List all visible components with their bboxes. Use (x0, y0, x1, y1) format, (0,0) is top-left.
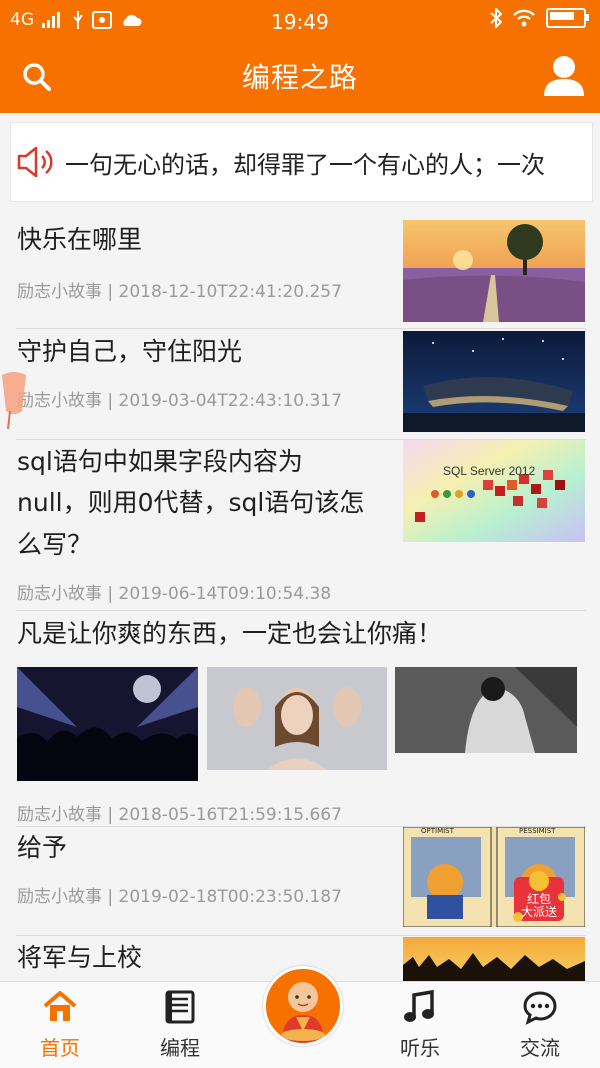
article-timestamp: 2019-06-14T09:10:54.38 (118, 584, 332, 604)
article-timestamp: 2019-03-04T22:43:10.317 (118, 391, 342, 411)
article-title-line: 么写？ (17, 530, 93, 559)
battery-icon (546, 8, 589, 28)
lantern-icon (2, 372, 26, 430)
tab-label: 听乐 (400, 1036, 440, 1060)
article-thumbnail (403, 220, 585, 322)
article-timestamp: 2018-12-10T22:41:20.257 (118, 282, 342, 302)
article-category: 励志小故事 (17, 887, 102, 907)
article-meta: 励志小故事 | 2019-06-14T09:10:54.38 (17, 584, 332, 604)
article-item[interactable]: 守护自己，守住阳光 励志小故事 | 2019-03-04T22:43:10.31… (0, 329, 600, 439)
article-category: 励志小故事 (17, 391, 102, 411)
article-meta: 励志小故事 | 2018-05-16T21:59:15.667 (17, 805, 342, 825)
article-image (17, 667, 198, 781)
red-packet-badge[interactable]: 红包 大派送 (508, 867, 570, 929)
bluetooth-icon (490, 8, 502, 28)
article-title: 给予 (17, 833, 68, 862)
status-right (490, 8, 589, 28)
article-category: 励志小故事 (17, 584, 102, 604)
article-item[interactable]: 快乐在哪里 励志小故事 | 2018-12-10T22:41:20.257 (0, 205, 600, 328)
comic-label-right: PESSIMIST (519, 827, 556, 835)
article-category: 励志小故事 (17, 282, 102, 302)
tab-home[interactable]: 首页 (0, 982, 120, 1068)
article-title: 将军与上校 (17, 943, 143, 972)
wifi-icon (513, 9, 535, 27)
article-thumbnail (403, 331, 585, 432)
article-title-line: sql语句中如果字段内容为 (17, 447, 303, 476)
tab-music[interactable]: 听乐 (360, 982, 480, 1068)
tab-community[interactable]: 交流 (480, 982, 600, 1068)
article-thumbnail: SQL Server 2012 (403, 440, 585, 542)
article-item[interactable]: 给予 励志小故事 | 2019-02-18T00:23:50.187 OPTIM… (0, 827, 600, 935)
chat-icon (523, 991, 557, 1025)
tab-label: 首页 (40, 1036, 80, 1060)
article-title-line: null，则用0代替，sql语句该怎 (17, 488, 365, 517)
monk-avatar-icon (281, 982, 325, 1043)
article-title: 守护自己，守住阳光 (17, 337, 243, 366)
article-meta: 励志小故事 | 2018-12-10T22:41:20.257 (17, 282, 342, 302)
tab-label: 交流 (520, 1036, 560, 1060)
tab-label: 编程 (160, 1036, 200, 1060)
comic-label-left: OPTIMIST (421, 827, 454, 835)
page-title: 编程之路 (241, 61, 358, 94)
notice-text: 一句无心的话，却得罪了一个有心的人；一次 (65, 151, 545, 179)
speaker-icon (17, 146, 53, 178)
app-header: 4G 19:49 编程之路 (0, 0, 600, 113)
article-title: 凡是让你爽的东西，一定也会让你痛！ (17, 619, 443, 648)
home-icon (43, 991, 77, 1021)
red-packet-label: 红包 大派送 (520, 892, 557, 919)
article-category: 励志小故事 (17, 805, 102, 825)
book-icon (165, 990, 195, 1024)
article-image (207, 667, 387, 770)
article-title: 快乐在哪里 (17, 225, 143, 254)
article-image (395, 667, 577, 753)
notice-bar[interactable]: 一句无心的话，却得罪了一个有心的人；一次 (10, 122, 593, 202)
user-icon[interactable] (542, 54, 586, 96)
article-timestamp: 2018-05-16T21:59:15.667 (118, 805, 342, 825)
article-meta: 励志小故事 | 2019-03-04T22:43:10.317 (17, 391, 342, 411)
status-bar: 4G 19:49 (0, 0, 600, 42)
article-item[interactable]: 凡是让你爽的东西，一定也会让你痛！ 励志小故事 | 2018-05-16T21:… (0, 611, 600, 826)
article-item[interactable]: sql语句中如果字段内容为 null，则用0代替，sql语句该怎 么写？ 励志小… (0, 440, 600, 610)
article-timestamp: 2019-02-18T00:23:50.187 (118, 887, 342, 907)
article-meta: 励志小故事 | 2019-02-18T00:23:50.187 (17, 887, 342, 907)
tab-programming[interactable]: 编程 (120, 982, 240, 1068)
sql-server-image (403, 440, 585, 542)
sql-server-logo-text: SQL Server 2012 (443, 464, 536, 478)
center-avatar-button[interactable] (263, 966, 343, 1046)
music-icon (404, 989, 434, 1022)
article-thumbnail (403, 937, 585, 981)
